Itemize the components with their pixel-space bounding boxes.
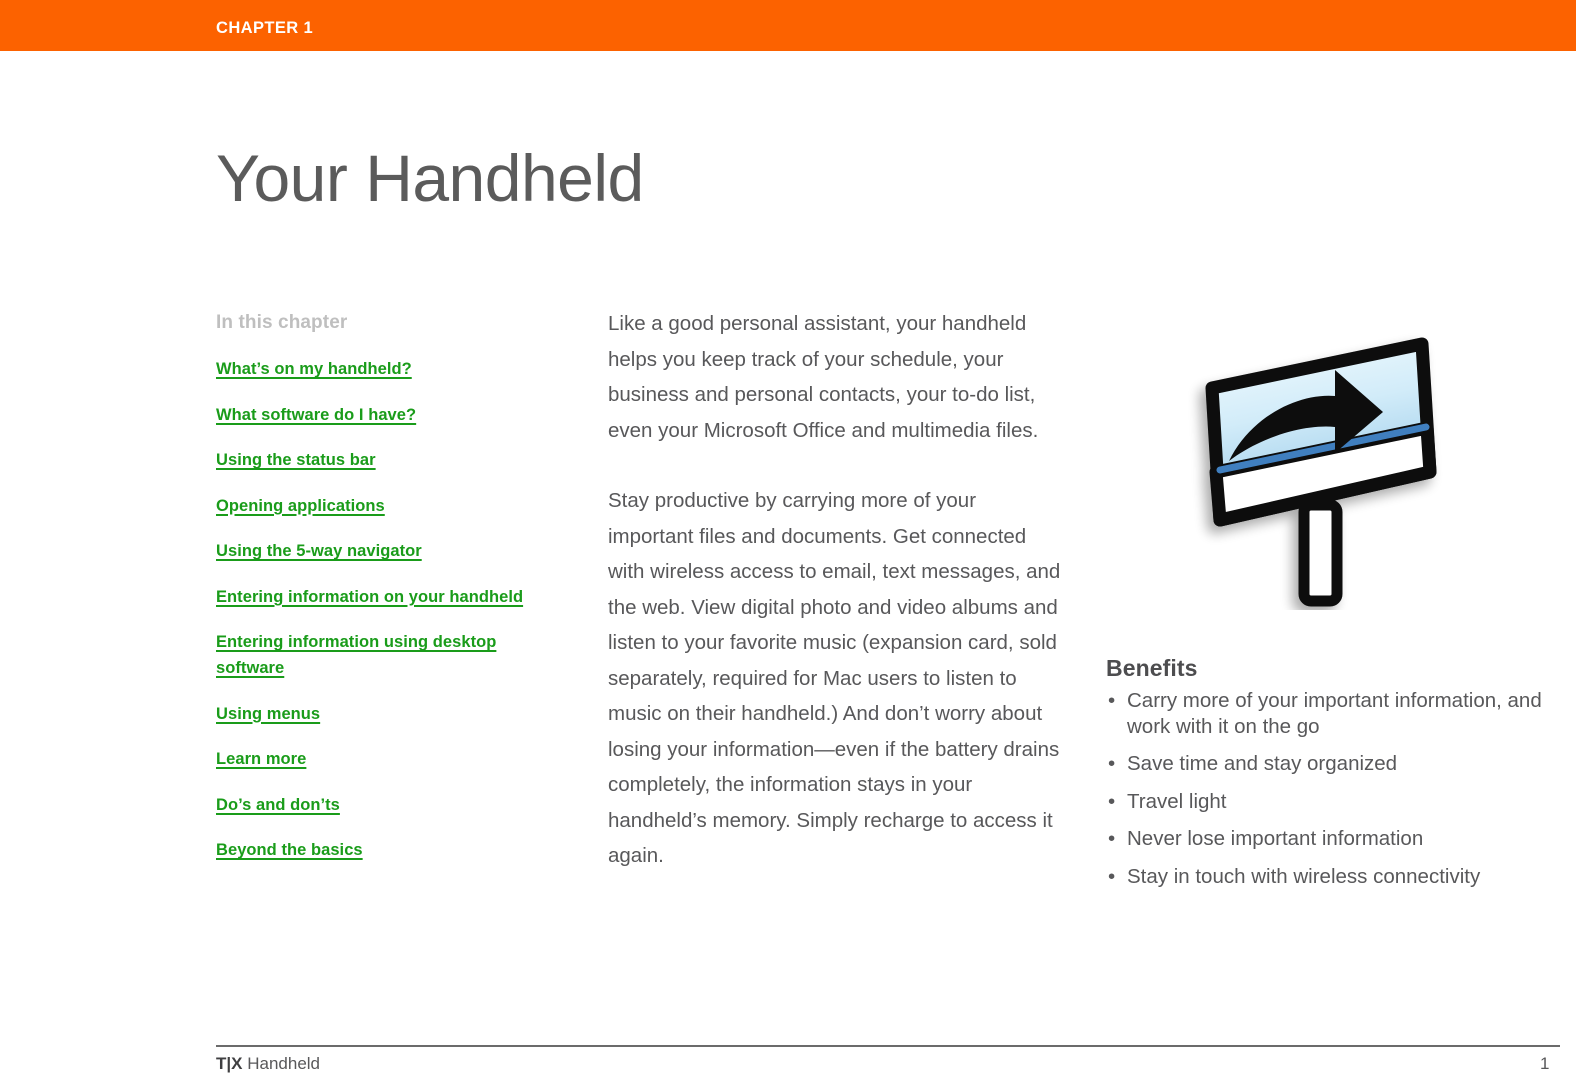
signpost-arrow-icon xyxy=(1150,320,1480,610)
sidebar-link-opening-applications[interactable]: Opening applications xyxy=(216,494,526,520)
benefit-text: Save time and stay organized xyxy=(1127,752,1398,775)
footer-divider xyxy=(216,1045,1560,1047)
bullet-icon: • xyxy=(1108,689,1116,712)
sidebar-link-learn-more[interactable]: Learn more xyxy=(216,747,526,773)
page-title: Your Handheld xyxy=(216,141,644,216)
benefit-text: Never lose important information xyxy=(1127,827,1424,850)
benefits-list: • Carry more of your important informati… xyxy=(1106,688,1554,889)
sidebar-link-whats-on-my-handheld[interactable]: What’s on my handheld? xyxy=(216,357,526,383)
benefits-section: Benefits • Carry more of your important … xyxy=(1106,655,1554,889)
chapter-label: CHAPTER 1 xyxy=(216,19,314,37)
chapter-bar: CHAPTER 1 xyxy=(0,0,1576,51)
benefit-text: Carry more of your important information… xyxy=(1127,689,1542,738)
benefit-item: • Travel light xyxy=(1106,789,1554,815)
intro-body-column: Like a good personal assistant, your han… xyxy=(608,306,1064,874)
sidebar-link-using-the-5-way-navigator[interactable]: Using the 5-way navigator xyxy=(216,539,526,565)
bullet-icon: • xyxy=(1108,864,1116,888)
brand-name: T|X xyxy=(216,1054,243,1073)
sidebar-link-what-software-do-i-have[interactable]: What software do I have? xyxy=(216,403,526,429)
in-this-chapter-heading: In this chapter xyxy=(216,312,348,333)
benefit-item: • Save time and stay organized xyxy=(1106,751,1554,777)
sidebar-link-beyond-the-basics[interactable]: Beyond the basics xyxy=(216,838,526,864)
intro-paragraph-1: Like a good personal assistant, your han… xyxy=(608,312,1039,442)
sidebar-link-entering-information-on-your-handheld[interactable]: Entering information on your handheld xyxy=(216,585,526,611)
benefit-item: • Never lose important information xyxy=(1106,826,1554,852)
benefits-heading: Benefits xyxy=(1106,655,1198,681)
benefit-item: • Stay in touch with wireless connectivi… xyxy=(1106,864,1554,890)
sidebar-link-using-the-status-bar[interactable]: Using the status bar xyxy=(216,448,526,474)
page-number: 1 xyxy=(1540,1054,1550,1073)
in-this-chapter-nav: In this chapter What’s on my handheld? W… xyxy=(216,312,526,864)
benefit-item: • Carry more of your important informati… xyxy=(1106,688,1554,739)
sidebar-link-dos-and-donts[interactable]: Do’s and don’ts xyxy=(216,793,526,819)
bullet-icon: • xyxy=(1108,789,1116,813)
intro-paragraph-2: Stay productive by carrying more of your… xyxy=(608,489,1061,867)
bullet-icon: • xyxy=(1108,752,1116,775)
sidebar-link-using-menus[interactable]: Using menus xyxy=(216,702,526,728)
benefit-text: Travel light xyxy=(1127,789,1227,813)
sidebar-link-entering-information-using-desktop-software[interactable]: Entering information using desktop softw… xyxy=(216,630,526,681)
benefit-text: Stay in touch with wireless connectivity xyxy=(1127,864,1481,888)
bullet-icon: • xyxy=(1108,827,1116,850)
product-name: Handheld xyxy=(247,1054,320,1073)
footer-product-label: T|X Handheld xyxy=(216,1054,320,1074)
right-column xyxy=(1106,320,1546,610)
